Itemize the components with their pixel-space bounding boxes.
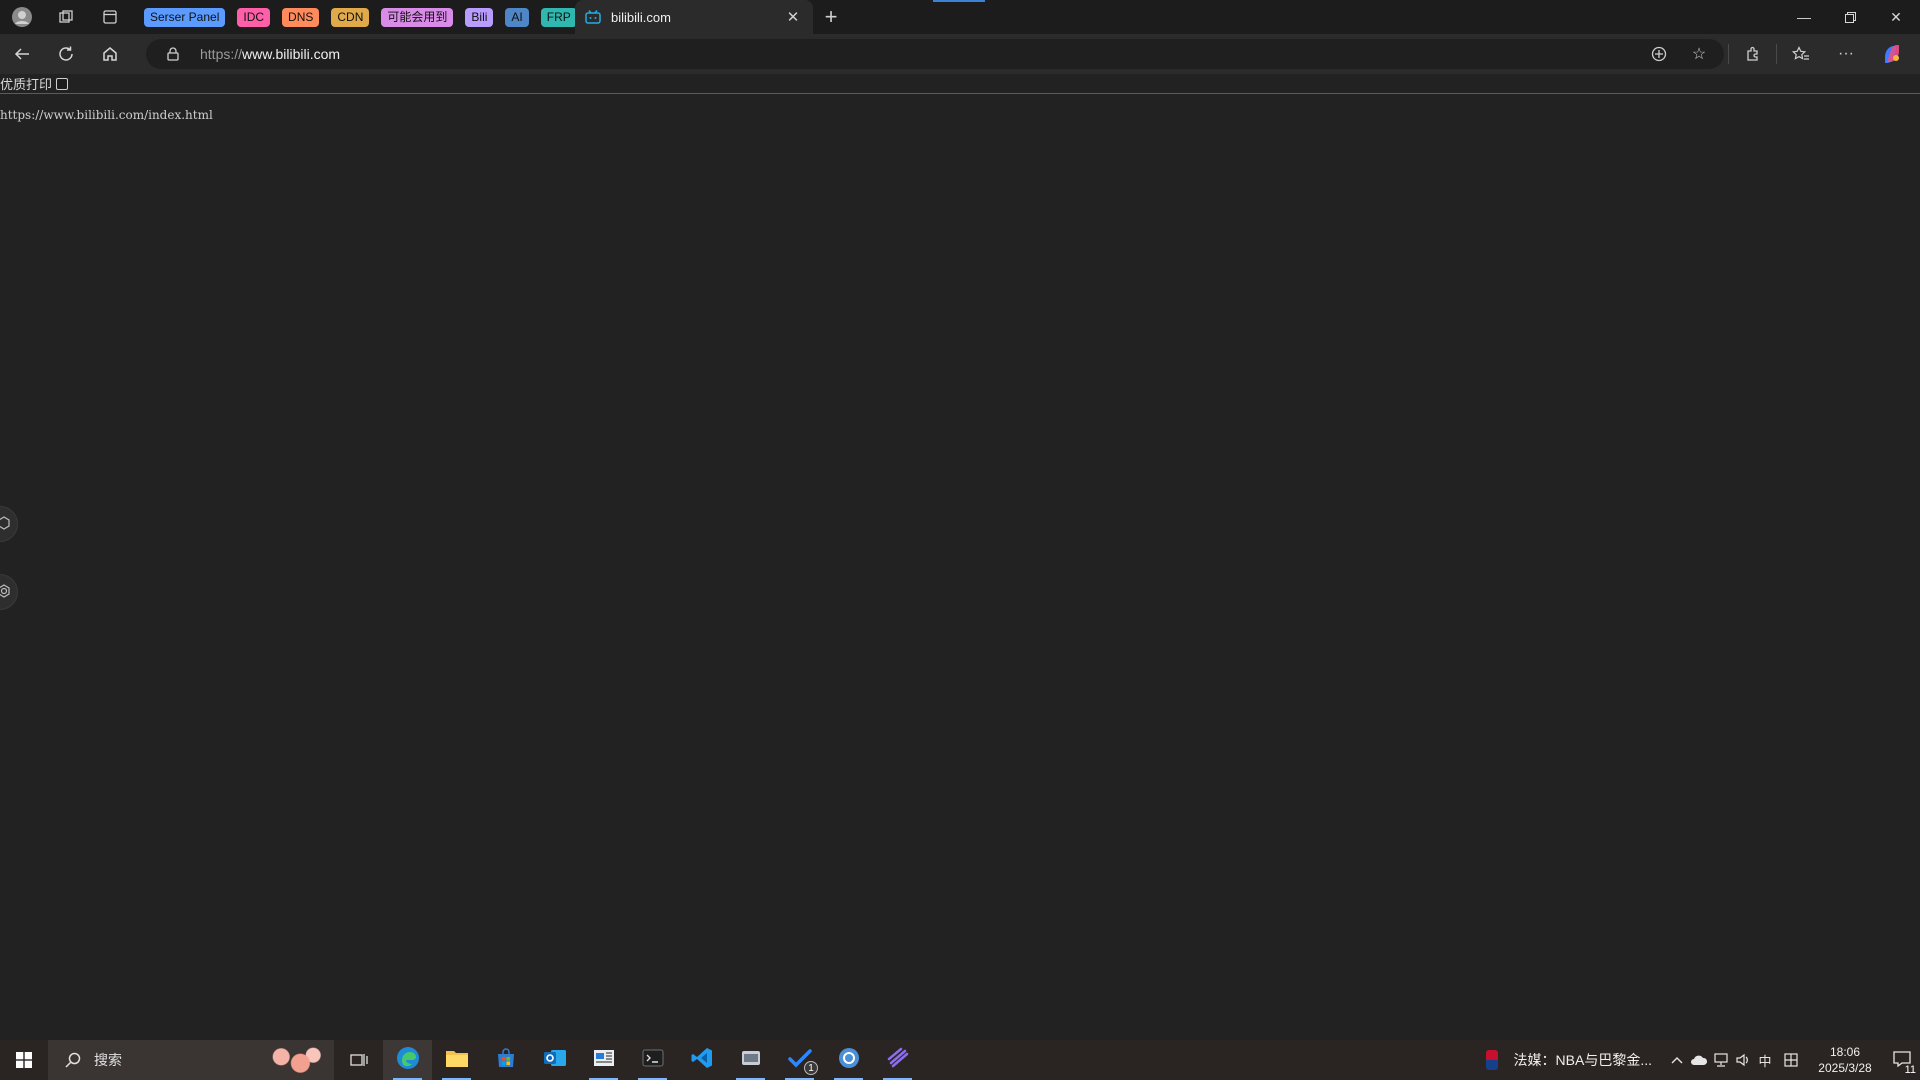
- chevron-up-icon[interactable]: [1666, 1040, 1688, 1080]
- taskbar-app-terminal[interactable]: [628, 1040, 677, 1080]
- search-highlight-art: [262, 1044, 326, 1076]
- tab-group[interactable]: FRP: [540, 7, 577, 27]
- taskbar-app-vscode[interactable]: [677, 1040, 726, 1080]
- address-url[interactable]: https://www.bilibili.com: [200, 46, 340, 62]
- tab-actions-icon[interactable]: [88, 0, 132, 34]
- taskbar-app-news[interactable]: [579, 1040, 628, 1080]
- toolbar-separator: [1776, 44, 1777, 64]
- vscode-icon: [691, 1047, 713, 1074]
- store-icon: [495, 1047, 517, 1074]
- edge-icon: [396, 1046, 420, 1075]
- ime-mode-icon[interactable]: [1776, 1040, 1806, 1080]
- tab-group[interactable]: IDC: [237, 7, 271, 27]
- refresh-button[interactable]: [44, 34, 88, 74]
- volume-icon[interactable]: [1732, 1040, 1754, 1080]
- toolbar-separator: [1728, 44, 1729, 64]
- news-widget[interactable]: 法媒：NBA与巴黎金...: [1485, 1050, 1652, 1070]
- new-tab-button[interactable]: +: [818, 4, 844, 30]
- taskbar-search[interactable]: 搜索: [48, 1040, 334, 1080]
- translate-icon[interactable]: [1640, 39, 1678, 69]
- news-icon: [593, 1048, 615, 1073]
- terminal-icon: [642, 1049, 664, 1072]
- url-scheme: https://: [200, 46, 243, 62]
- lock-icon[interactable]: [158, 47, 188, 61]
- url-host: www.bilibili.com: [242, 46, 341, 62]
- tab-group[interactable]: Bili: [465, 7, 494, 27]
- taskbar-clock[interactable]: 18:06 2025/3/28: [1806, 1044, 1884, 1076]
- clock-time: 18:06: [1829, 1045, 1861, 1059]
- taskbar-app-8[interactable]: [726, 1040, 775, 1080]
- todo-badge: 1: [804, 1061, 818, 1075]
- more-menu-icon[interactable]: ···: [1827, 39, 1865, 69]
- browser-titlebar: Serser Panel IDC DNS CDN 可能会用到 Bili AI F…: [0, 0, 1920, 34]
- tab-title: bilibili.com: [611, 9, 671, 25]
- tab-bilibili[interactable]: bilibili.com ✕: [575, 0, 813, 34]
- ime-indicator[interactable]: 中: [1754, 1040, 1776, 1080]
- print-label: 优质打印: [0, 78, 53, 93]
- search-placeholder: 搜索: [94, 1052, 122, 1068]
- outlook-icon: [543, 1047, 567, 1074]
- taskbar-app-store[interactable]: [481, 1040, 530, 1080]
- notification-center-button[interactable]: 11: [1884, 1040, 1920, 1080]
- restore-button[interactable]: [1827, 0, 1873, 34]
- print-checkbox[interactable]: [56, 77, 69, 90]
- news-headline: 法媒：NBA与巴黎金...: [1513, 1052, 1652, 1068]
- system-tray: 法媒：NBA与巴黎金... 中 18:06 2025/3/28 11: [1485, 1040, 1920, 1080]
- page-url-text: https://www.bilibili.com/index.html: [0, 108, 213, 122]
- onedrive-cloud-icon[interactable]: [1688, 1040, 1710, 1080]
- app-icon: [887, 1047, 909, 1074]
- tab-group[interactable]: AI: [505, 7, 529, 27]
- tab-group[interactable]: Serser Panel: [144, 7, 226, 27]
- settings-icon: [0, 583, 11, 601]
- tab-group[interactable]: DNS: [282, 7, 320, 27]
- windows-start-button[interactable]: [0, 1040, 48, 1080]
- copilot-icon[interactable]: [1873, 39, 1911, 69]
- search-icon: [58, 1052, 88, 1068]
- network-icon[interactable]: [1710, 1040, 1732, 1080]
- close-window-button[interactable]: ✕: [1873, 0, 1919, 34]
- bilibili-tv-icon: [585, 9, 601, 25]
- home-button[interactable]: [88, 34, 132, 74]
- tab-strip-indicator: [933, 0, 985, 2]
- workspaces-icon[interactable]: [44, 0, 88, 34]
- clock-date: 2025/3/28: [1818, 1061, 1872, 1075]
- taskbar-app-todo[interactable]: 1: [775, 1040, 824, 1080]
- app-icon: [740, 1048, 762, 1073]
- close-tab-icon[interactable]: ✕: [783, 7, 803, 27]
- print-options-bar: 优质打印: [0, 74, 1920, 94]
- taskbar-app-10[interactable]: [824, 1040, 873, 1080]
- profile-avatar-icon[interactable]: [0, 0, 44, 34]
- sidebar-float-button[interactable]: [0, 506, 18, 542]
- taskbar-app-11[interactable]: [873, 1040, 922, 1080]
- cube-icon: [0, 515, 11, 533]
- tab-group[interactable]: 可能会用到: [381, 7, 454, 27]
- nba-logo-icon: [1485, 1050, 1498, 1070]
- taskbar-app-file-explorer[interactable]: [432, 1040, 481, 1080]
- task-view-icon[interactable]: [334, 1040, 383, 1080]
- favorite-star-icon[interactable]: ☆: [1680, 39, 1718, 69]
- extensions-icon[interactable]: [1734, 39, 1772, 69]
- tab-groups: Serser Panel IDC DNS CDN 可能会用到 Bili AI F…: [132, 7, 577, 27]
- folder-icon: [445, 1048, 469, 1073]
- minimize-button[interactable]: —: [1781, 0, 1827, 34]
- address-bar[interactable]: https://www.bilibili.com: [146, 39, 1724, 69]
- tab-group[interactable]: CDN: [331, 7, 370, 27]
- taskbar-app-edge[interactable]: [383, 1040, 432, 1080]
- notification-count: 11: [1904, 1064, 1916, 1076]
- favorites-icon[interactable]: [1782, 39, 1820, 69]
- back-button[interactable]: [0, 34, 44, 74]
- app-icon: [838, 1047, 860, 1074]
- taskbar-app-outlook[interactable]: [530, 1040, 579, 1080]
- sidebar-float-button[interactable]: [0, 574, 18, 610]
